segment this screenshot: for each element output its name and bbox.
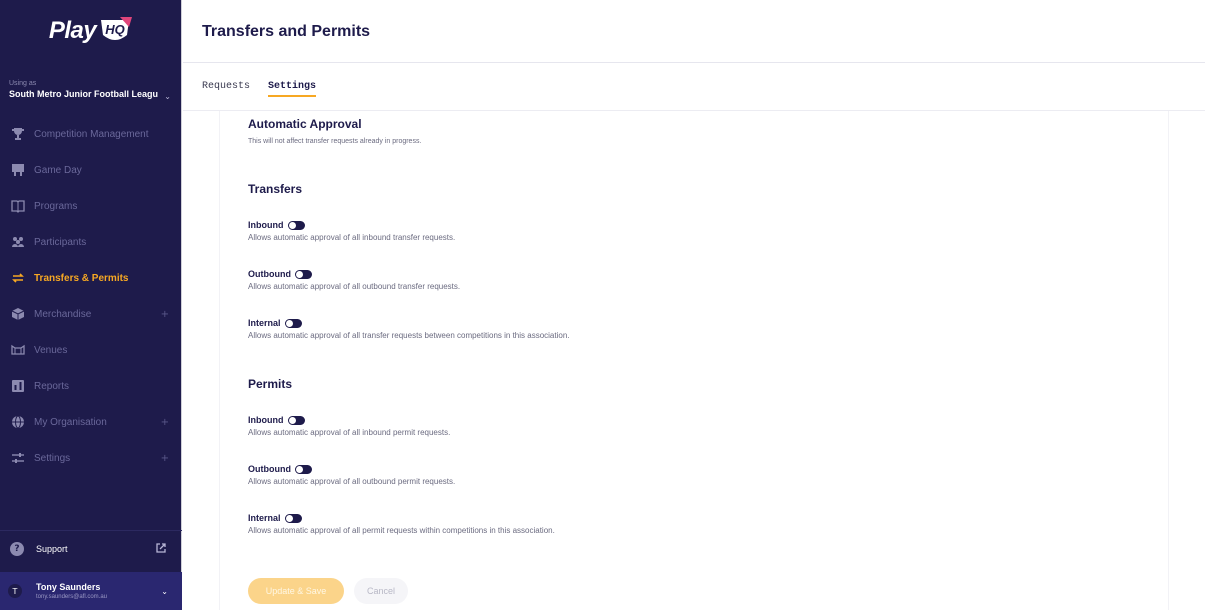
transfer-outbound-setting: Outbound Allows automatic approval of al… [248,269,460,291]
update-save-button[interactable]: Update & Save [248,578,344,604]
report-icon [10,378,26,394]
sidebar-item-reports[interactable]: Reports [0,368,181,404]
sidebar-item-label: My Organisation [34,416,107,428]
user-menu[interactable]: T Tony Saunders tony.saunders@afl.com.au… [0,572,182,610]
setting-label: Internal [248,513,281,523]
sidebar-item-merchandise[interactable]: Merchandise + [0,296,181,332]
setting-head: Outbound [248,464,455,474]
sidebar-item-settings[interactable]: Settings + [0,440,181,476]
sidebar-item-label: Transfers & Permits [34,272,129,284]
sidebar-item-label: Merchandise [34,308,92,320]
setting-label: Inbound [248,220,284,230]
user-info: Tony Saunders tony.saunders@afl.com.au [36,582,107,600]
support-link[interactable]: ? Support [0,530,182,566]
playhq-logo[interactable]: Play HQ [0,0,181,62]
sidebar: Play HQ Using as South Metro Junior Foot… [0,0,182,610]
setting-head: Inbound [248,220,455,230]
org-using-label: Using as [9,80,37,87]
sidebar-item-competition-management[interactable]: Competition Management [0,116,181,152]
permit-internal-toggle[interactable] [284,513,302,523]
setting-label: Internal [248,318,281,328]
setting-description: Allows automatic approval of all inbound… [248,428,451,437]
tab-settings[interactable]: Settings [268,63,317,111]
organisation-switcher[interactable]: Using as South Metro Junior Football Lea… [0,62,181,116]
user-name: Tony Saunders [36,582,101,592]
avatar: T [8,584,22,598]
help-icon: ? [10,541,24,556]
users-icon [10,234,26,250]
transfer-internal-setting: Internal Allows automatic approval of al… [248,318,570,340]
setting-description: Allows automatic approval of all transfe… [248,331,570,340]
tab-bar: Requests Settings [183,63,1205,111]
setting-head: Inbound [248,415,450,425]
book-icon [10,198,26,214]
support-label: Support [36,543,68,554]
transfer-outbound-toggle[interactable] [294,269,312,279]
setting-label: Inbound [248,415,284,425]
settings-content: Automatic Approval This will not affect … [248,117,1148,145]
section-title: Permits [248,377,293,391]
sidebar-item-label: Programs [34,200,78,212]
setting-label: Outbound [248,269,291,279]
permits-section-title: Permits [248,377,292,391]
page-title: Transfers and Permits [202,23,371,40]
org-name: South Metro Junior Football Leagu [9,89,158,99]
tab-requests[interactable]: Requests [202,63,250,111]
sidebar-item-my-organisation[interactable]: My Organisation + [0,404,181,440]
expand-plus-icon[interactable]: + [161,417,169,428]
sidebar-item-label: Competition Management [34,128,149,140]
transfer-internal-toggle[interactable] [284,318,302,328]
section-title: Transfers [248,182,303,196]
automatic-approval-heading: Automatic Approval [248,117,362,131]
sidebar-item-venues[interactable]: Venues [0,332,181,368]
permit-outbound-toggle[interactable] [294,464,312,474]
setting-head: Internal [248,513,555,523]
permit-inbound-setting: Inbound Allows automatic approval of all… [248,415,450,437]
chevron-down-icon: ⌄ [161,587,168,596]
sidebar-item-programs[interactable]: Programs [0,188,181,224]
page-header: Transfers and Permits [183,0,1205,63]
expand-plus-icon[interactable]: + [161,453,169,464]
cancel-button[interactable]: Cancel [354,578,408,604]
expand-plus-icon[interactable]: + [161,309,169,320]
permit-inbound-toggle[interactable] [287,415,305,425]
setting-head: Outbound [248,269,460,279]
trophy-icon [10,126,26,142]
sidebar-item-label: Venues [34,344,68,356]
box-icon [10,306,26,322]
sidebar-item-transfers-permits[interactable]: Transfers & Permits [0,260,181,296]
globe-icon [10,414,26,430]
sidebar-item-label: Reports [34,380,70,392]
transfer-inbound-toggle[interactable] [287,220,305,230]
automatic-approval-subtitle: This will not affect transfer requests a… [248,138,422,145]
permit-outbound-setting: Outbound Allows automatic approval of al… [248,464,455,486]
transfer-arrows-icon [10,270,26,286]
setting-description: Allows automatic approval of all outboun… [248,282,461,291]
transfers-section-title: Transfers [248,182,302,196]
external-link-icon [156,543,166,553]
sidebar-nav: Competition Management Game Day Programs… [0,116,181,476]
setting-description: Allows automatic approval of all permit … [248,526,555,535]
stadium-icon [10,342,26,358]
setting-description: Allows automatic approval of all inbound… [248,233,456,242]
setting-label: Outbound [248,464,291,474]
logo-text: Play [48,17,97,44]
scoreboard-icon [10,162,26,178]
user-email: tony.saunders@afl.com.au [36,594,108,600]
sidebar-item-label: Participants [34,236,87,248]
logo-badge-text: HQ [105,22,125,37]
chevron-down-icon: ⌄ [164,92,171,101]
logo-shield-icon: HQ [101,17,133,40]
setting-description: Allows automatic approval of all outboun… [248,477,456,486]
sidebar-item-participants[interactable]: Participants [0,224,181,260]
sidebar-item-label: Game Day [34,164,82,176]
settings-panel: Automatic Approval This will not affect … [219,111,1169,610]
permit-internal-setting: Internal Allows automatic approval of al… [248,513,555,535]
transfer-inbound-setting: Inbound Allows automatic approval of all… [248,220,455,242]
sidebar-item-game-day[interactable]: Game Day [0,152,181,188]
sidebar-item-label: Settings [34,452,71,464]
setting-head: Internal [248,318,570,328]
sliders-icon [10,450,26,466]
